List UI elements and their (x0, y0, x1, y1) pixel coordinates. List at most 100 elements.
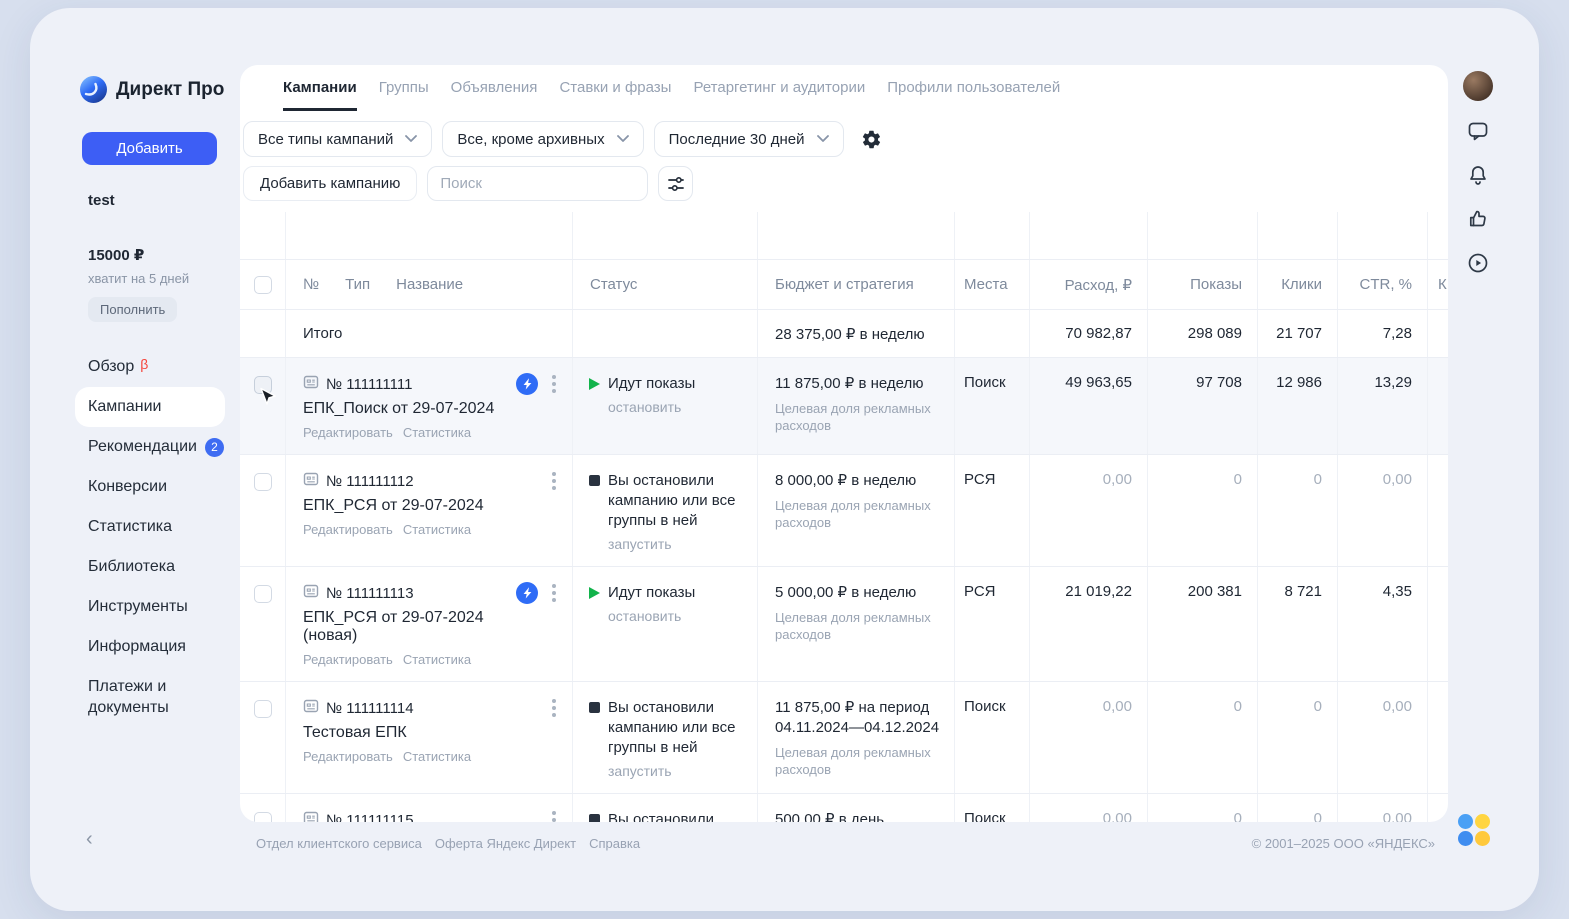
column-header-spend[interactable]: Расход, ₽ (1030, 260, 1148, 309)
status-icon (589, 702, 600, 713)
campaign-action-link[interactable]: Редактировать (303, 749, 393, 764)
column-header-name[interactable]: Название (396, 276, 463, 293)
clicks: 8 721 (1258, 567, 1338, 681)
campaign-row[interactable]: № 111111115 Вы остановили кампанию или в… (240, 794, 1448, 822)
budget-text: 500,00 ₽ в день (775, 810, 940, 822)
notifications-button[interactable] (1466, 163, 1490, 187)
campaign-row[interactable]: № 111111111 ЕПК_Поиск от 29-07-2024 Реда… (240, 358, 1448, 455)
tab-retargeting[interactable]: Ретаргетинг и аудитории (693, 79, 865, 111)
campaign-name[interactable]: Тестовая ЕПК (303, 724, 542, 742)
row-menu-button[interactable] (548, 808, 560, 822)
column-header-clicks[interactable]: Клики (1258, 260, 1338, 309)
column-header-budget[interactable]: Бюджет и стратегия (758, 260, 955, 309)
campaign-name[interactable]: ЕПК_РСЯ от 29-07-2024 (303, 497, 542, 515)
status-action-link[interactable]: запустить (608, 536, 747, 552)
tab-ads[interactable]: Объявления (451, 79, 538, 111)
direct-pro-logo-icon (80, 76, 107, 103)
search-input[interactable] (427, 166, 648, 201)
sidebar-item-library[interactable]: Библиотека (75, 547, 225, 587)
column-header-places[interactable]: Места (955, 260, 1030, 309)
select-all-checkbox[interactable] (254, 276, 272, 294)
tab-groups[interactable]: Группы (379, 79, 429, 111)
campaign-action-link[interactable]: Статистика (403, 652, 471, 667)
row-menu-button[interactable] (548, 696, 560, 720)
column-header-type[interactable]: Тип (345, 276, 370, 293)
budget-text: 11 875,00 ₽ на период 04.11.2024—04.12.2… (775, 698, 940, 738)
add-campaign-button[interactable]: Добавить кампанию (243, 166, 417, 201)
sidebar-item-overview[interactable]: Обзор β (75, 347, 225, 387)
sidebar-item-payments[interactable]: Платежи и документы (75, 667, 225, 727)
tab-campaigns[interactable]: Кампании (283, 79, 357, 111)
column-header-conversions[interactable]: К (1428, 260, 1448, 309)
footer-link-support[interactable]: Отдел клиентского сервиса (256, 836, 422, 851)
sidebar-item-statistics[interactable]: Статистика (75, 507, 225, 547)
status-action-link[interactable]: запустить (608, 763, 747, 779)
account-name[interactable]: test (88, 192, 225, 209)
row-checkbox[interactable] (254, 700, 272, 718)
app-window: Директ Про Добавить test 15000 ₽ хватит … (30, 8, 1539, 911)
campaign-action-link[interactable]: Редактировать (303, 425, 393, 440)
sidebar-item-label: Библиотека (88, 558, 175, 576)
placement: Поиск (955, 682, 1030, 793)
topup-button[interactable]: Пополнить (88, 297, 177, 322)
campaign-type-icon (303, 810, 319, 822)
spend: 21 019,22 (1030, 567, 1148, 681)
media-button[interactable] (1466, 251, 1490, 275)
user-avatar[interactable] (1463, 71, 1493, 101)
campaign-name[interactable]: ЕПК_Поиск от 29-07-2024 (303, 400, 542, 418)
campaign-row[interactable]: № 111111114 Тестовая ЕПК Редактировать Ст… (240, 682, 1448, 794)
campaign-row[interactable]: № 111111112 ЕПК_РСЯ от 29-07-2024 Редакт… (240, 455, 1448, 567)
row-checkbox[interactable] (254, 585, 272, 603)
footer-link-offer[interactable]: Оферта Яндекс Директ (435, 836, 576, 851)
status-text: Вы остановили кампанию или все группы в … (608, 698, 747, 758)
archive-filter[interactable]: Все, кроме архивных (442, 121, 643, 157)
row-menu-button[interactable] (548, 372, 560, 396)
campaign-id: № 111111114 (326, 700, 414, 717)
impressions: 0 (1148, 455, 1258, 566)
status-action-link[interactable]: остановить (608, 399, 747, 415)
support-widget[interactable] (1458, 814, 1492, 846)
row-menu-button[interactable] (548, 581, 560, 605)
row-menu-button[interactable] (548, 469, 560, 493)
filter-settings-button[interactable] (658, 166, 693, 201)
campaign-action-link[interactable]: Статистика (403, 425, 471, 440)
campaign-action-link[interactable]: Редактировать (303, 522, 393, 537)
settings-button[interactable] (854, 121, 890, 157)
campaign-row[interactable]: № 111111113 ЕПК_РСЯ от 29-07-2024 (новая… (240, 567, 1448, 682)
campaign-name[interactable]: ЕПК_РСЯ от 29-07-2024 (новая) (303, 609, 542, 645)
campaign-action-link[interactable]: Редактировать (303, 652, 393, 667)
column-header-impressions[interactable]: Показы (1148, 260, 1258, 309)
chat-button[interactable] (1466, 119, 1490, 143)
column-header-ctr[interactable]: CTR, % (1338, 260, 1428, 309)
campaign-actions: Редактировать Статистика (303, 522, 542, 537)
status-text: Вы остановили кампанию или все группы в … (608, 810, 747, 822)
campaigns-table: № Тип Название Статус Бюджет и стратегия… (240, 212, 1448, 822)
sidebar-item-label: Рекомендации (88, 438, 197, 456)
sliders-icon (666, 174, 686, 194)
sidebar-collapse-button[interactable]: ‹ (86, 828, 93, 851)
row-checkbox[interactable] (254, 473, 272, 491)
gear-icon (861, 129, 882, 150)
sidebar-item-label: Обзор (88, 358, 134, 376)
add-button[interactable]: Добавить (82, 132, 217, 165)
sidebar-item-conversions[interactable]: Конверсии (75, 467, 225, 507)
campaign-action-link[interactable]: Статистика (403, 522, 471, 537)
sidebar-item-recommendations[interactable]: Рекомендации 2 (75, 427, 225, 467)
sidebar-item-information[interactable]: Информация (75, 627, 225, 667)
footer-link-help[interactable]: Справка (589, 836, 640, 851)
campaign-action-link[interactable]: Статистика (403, 749, 471, 764)
sidebar-item-campaigns[interactable]: Кампании (75, 387, 225, 427)
row-checkbox[interactable] (254, 812, 272, 822)
tab-bids-phrases[interactable]: Ставки и фразы (559, 79, 671, 111)
campaign-type-filter[interactable]: Все типы кампаний (243, 121, 432, 157)
logo[interactable]: Директ Про (80, 76, 225, 103)
column-header-num[interactable]: № (303, 276, 319, 293)
tab-user-profiles[interactable]: Профили пользователей (887, 79, 1060, 111)
column-header-status[interactable]: Статус (573, 260, 758, 309)
status-action-link[interactable]: остановить (608, 608, 747, 624)
row-checkbox[interactable] (254, 376, 272, 394)
sidebar-item-tools[interactable]: Инструменты (75, 587, 225, 627)
period-filter[interactable]: Последние 30 дней (654, 121, 844, 157)
reactions-button[interactable] (1466, 207, 1490, 231)
strategy-text: Целевая доля рекламных расходов (775, 497, 940, 531)
